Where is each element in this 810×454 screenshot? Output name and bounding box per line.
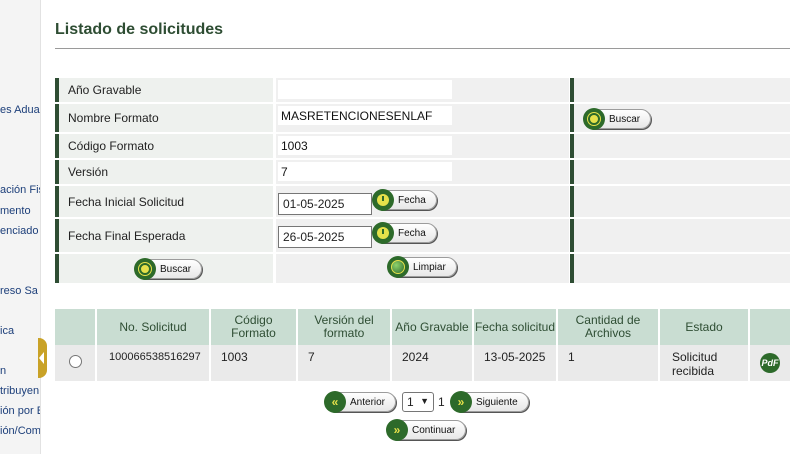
table-row: 100066538516297 1003 7 2024 13-05-2025 1… <box>55 345 790 381</box>
fecha-final-cell: 26-05-2025 Fecha <box>276 219 569 252</box>
siguiente-label: Siguiente <box>476 396 518 408</box>
cantidad-cell: 1 <box>558 345 660 381</box>
chevron-down-icon: ▼ <box>420 396 429 406</box>
page-select-value: 1 <box>407 395 414 409</box>
sidebar-item[interactable]: mento <box>0 205 31 217</box>
sidebar-item[interactable]: reso Sa <box>0 285 38 297</box>
version-cell: 7 <box>276 160 569 184</box>
clock-icon <box>372 189 394 211</box>
nombre-cell: MASRETENCIONESENLAF <box>276 104 569 132</box>
sidebar-item[interactable]: ión por E <box>0 405 40 417</box>
clock-icon <box>372 222 394 244</box>
fecha-inicial-cell: 01-05-2025 Fecha <box>276 186 569 217</box>
fecha-inicial-input[interactable]: 01-05-2025 <box>278 193 372 215</box>
fecha-inicial-label: Fecha Inicial Solicitud <box>55 186 273 217</box>
anterior-label: Anterior <box>350 396 386 408</box>
action-cell: Buscar <box>55 254 273 283</box>
arrow-right-icon: » <box>450 391 472 413</box>
sidebar-item[interactable]: tribuyen <box>0 385 39 397</box>
target-icon <box>583 108 605 130</box>
codigo-cell: 1003 <box>211 345 298 381</box>
fecha-label: Fecha <box>398 227 426 239</box>
fecha-final-label: Fecha Final Esperada <box>55 219 273 252</box>
form-row-fecha-inicial: Fecha Inicial Solicitud 01-05-2025 Fecha <box>55 186 790 217</box>
anterior-button[interactable]: « Anterior <box>324 391 397 413</box>
fecha-inicial-button[interactable]: Fecha <box>372 189 437 211</box>
no-solicitud-cell: 100066538516297 <box>97 345 211 381</box>
buscar-button[interactable]: Buscar <box>134 258 203 280</box>
sidebar-item[interactable]: ica <box>0 325 14 337</box>
column-header: Estado <box>660 309 750 345</box>
codigo-cell: 1003 <box>276 134 569 158</box>
select-cell <box>55 345 97 381</box>
version-cell: 7 <box>298 345 392 381</box>
side-cell <box>570 134 790 158</box>
limpiar-button[interactable]: Limpiar <box>387 256 457 278</box>
version-label: Versión <box>55 160 273 184</box>
side-cell <box>570 186 790 217</box>
form-row-fecha-final: Fecha Final Esperada 26-05-2025 Fecha <box>55 219 790 252</box>
form-row-actions: Buscar Limpiar <box>55 254 790 283</box>
buscar-button-side[interactable]: Buscar <box>583 108 652 130</box>
column-header: Año Gravable <box>392 309 474 345</box>
version-input[interactable]: 7 <box>278 162 452 181</box>
sidebar-item[interactable]: es Aduar <box>0 104 40 116</box>
table-header-row: No. Solicitud Código Formato Versión del… <box>55 309 790 345</box>
side-cell <box>570 160 790 184</box>
page-select[interactable]: 1 ▼ <box>402 392 434 412</box>
column-header: Código Formato <box>211 309 298 345</box>
main-content: Listado de solicitudes Año Gravable Nomb… <box>45 0 810 454</box>
sidebar-item[interactable]: ación Fis <box>0 184 40 196</box>
pdf-cell: PdF <box>750 345 790 381</box>
pdf-icon[interactable]: PdF <box>760 353 780 373</box>
page-title: Listado de solicitudes <box>55 21 224 38</box>
action-cell: Limpiar <box>276 254 569 283</box>
form-row-anio: Año Gravable <box>55 78 790 102</box>
limpiar-label: Limpiar <box>413 261 446 273</box>
continuar-label: Continuar <box>412 424 456 436</box>
codigo-input[interactable]: 1003 <box>278 136 452 155</box>
anio-cell <box>276 78 569 102</box>
target-icon <box>134 258 156 280</box>
sidebar-item[interactable]: enciado <box>0 225 39 237</box>
nombre-input[interactable]: MASRETENCIONESENLAF <box>278 106 452 125</box>
buscar-label: Buscar <box>609 113 641 125</box>
side-cell <box>570 78 790 102</box>
sidebar-item[interactable]: ión/Com <box>0 425 40 437</box>
continuar-button[interactable]: » Continuar <box>386 419 467 441</box>
fecha-final-button[interactable]: Fecha <box>372 222 437 244</box>
estado-cell: Solicitud recibida <box>660 345 750 381</box>
column-header: No. Solicitud <box>97 309 211 345</box>
row-radio[interactable] <box>68 355 82 368</box>
anio-cell: 2024 <box>392 345 474 381</box>
buscar-label: Buscar <box>160 263 192 275</box>
arrow-right-icon: » <box>386 419 408 441</box>
siguiente-button[interactable]: » Siguiente <box>450 391 529 413</box>
column-header <box>55 309 97 345</box>
side-cell <box>570 254 790 283</box>
form-row-codigo: Código Formato 1003 <box>55 134 790 158</box>
column-header: Versión del formato <box>298 309 392 345</box>
total-pages: 1 <box>438 395 445 409</box>
column-header <box>750 309 790 345</box>
nombre-label: Nombre Formato <box>55 104 273 132</box>
codigo-label: Código Formato <box>55 134 273 158</box>
sidebar-item[interactable]: n <box>0 365 6 377</box>
anio-input[interactable] <box>278 80 452 99</box>
arrow-left-icon: « <box>324 391 346 413</box>
side-cell <box>570 219 790 252</box>
form-row-nombre: Nombre Formato MASRETENCIONESENLAF Busca… <box>55 104 790 132</box>
fecha-label: Fecha <box>398 194 426 206</box>
globe-icon <box>387 256 409 278</box>
title-divider <box>55 48 790 49</box>
fecha-final-input[interactable]: 26-05-2025 <box>278 226 372 248</box>
side-cell: Buscar <box>570 104 790 132</box>
anio-label: Año Gravable <box>55 78 273 102</box>
results-table: No. Solicitud Código Formato Versión del… <box>55 309 790 381</box>
column-header: Fecha solicitud <box>474 309 558 345</box>
form-row-version: Versión 7 <box>55 160 790 184</box>
column-header: Cantidad de Archivos <box>558 309 660 345</box>
fecha-cell: 13-05-2025 <box>474 345 558 381</box>
sidebar-nav: es Aduar ación Fis mento enciado reso Sa… <box>0 0 40 454</box>
